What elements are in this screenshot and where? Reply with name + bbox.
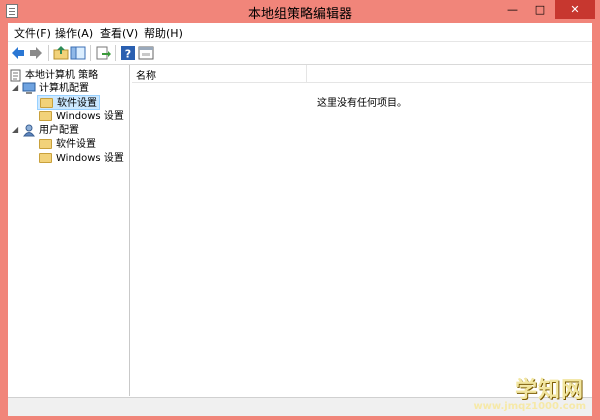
menu-bar: 文件(F) 操作(A) 查看(V) 帮助(H) <box>8 23 592 41</box>
tree-item-computer-windows-settings[interactable]: Windows 设置 <box>39 110 128 123</box>
svg-text:?: ? <box>125 48 131 61</box>
watermark-logo: 学知网 <box>514 378 584 403</box>
tree-item-user-software-settings[interactable]: 软件设置 <box>39 138 128 151</box>
tree-item-user-windows-settings[interactable]: Windows 设置 <box>39 152 128 165</box>
export-list-icon[interactable] <box>95 45 111 61</box>
collapse-toggle-icon[interactable]: ◢ <box>12 126 20 134</box>
tree-item-label: 软件设置 <box>56 139 96 150</box>
help-icon[interactable]: ? <box>120 45 136 61</box>
policy-document-icon <box>10 69 21 82</box>
tree-item-label: 软件设置 <box>57 98 97 109</box>
folder-icon <box>39 139 52 149</box>
tree-item-user-config[interactable]: ◢ 用户配置 <box>12 124 128 137</box>
navigation-tree: 本地计算机 策略 ◢ 计算机配置 软件设置 Windows 设置 ◢ 用户配置 … <box>8 65 130 396</box>
tree-root[interactable]: 本地计算机 策略 <box>10 69 128 82</box>
window: 本地组策略编辑器 — □ ✕ 文件(F) 操作(A) 查看(V) 帮助(H) ?… <box>0 0 600 420</box>
tree-item-label: Windows 设置 <box>56 111 124 122</box>
toolbar-separator <box>90 45 91 61</box>
menu-help[interactable]: 帮助(H) <box>144 25 183 41</box>
user-icon <box>23 124 35 137</box>
watermark-url: www.jmqz1000.com <box>473 401 586 412</box>
computer-icon <box>22 82 36 94</box>
tree-item-label: Windows 设置 <box>56 153 124 164</box>
properties-icon[interactable] <box>138 45 154 61</box>
maximize-button[interactable]: □ <box>527 0 553 19</box>
menu-file[interactable]: 文件(F) <box>14 25 51 41</box>
toolbar-separator <box>115 45 116 61</box>
column-header: 名称 <box>132 65 592 83</box>
column-header-name[interactable]: 名称 <box>136 67 156 82</box>
title-bar[interactable]: 本地组策略编辑器 — □ ✕ <box>0 0 600 22</box>
toolbar-separator <box>48 45 49 61</box>
show-hide-tree-icon[interactable] <box>70 45 86 61</box>
collapse-toggle-icon[interactable]: ◢ <box>12 84 20 92</box>
main-content: 本地计算机 策略 ◢ 计算机配置 软件设置 Windows 设置 ◢ 用户配置 … <box>8 64 592 397</box>
menu-view[interactable]: 查看(V) <box>100 25 138 41</box>
close-button[interactable]: ✕ <box>555 0 595 19</box>
folder-icon <box>39 111 52 121</box>
toolbar: ? <box>8 41 592 64</box>
minimize-button[interactable]: — <box>499 0 526 19</box>
folder-icon <box>40 98 53 108</box>
watermark: 学知网 www.jmqz1000.com <box>470 372 592 416</box>
up-folder-icon[interactable] <box>53 45 69 61</box>
tree-item-computer-software-settings[interactable]: 软件设置 <box>37 95 100 110</box>
tree-item-label: 用户配置 <box>39 125 79 136</box>
empty-list-message: 这里没有任何项目。 <box>317 98 407 109</box>
folder-icon <box>39 153 52 163</box>
detail-pane: 名称 这里没有任何项目。 <box>132 65 592 396</box>
tree-root-label: 本地计算机 策略 <box>25 70 99 81</box>
forward-arrow-icon[interactable] <box>28 45 44 61</box>
tree-item-label: 计算机配置 <box>39 83 89 94</box>
column-divider[interactable] <box>306 65 307 82</box>
tree-item-computer-config[interactable]: ◢ 计算机配置 <box>12 82 128 95</box>
menu-action[interactable]: 操作(A) <box>55 25 93 41</box>
back-arrow-icon[interactable] <box>10 45 26 61</box>
